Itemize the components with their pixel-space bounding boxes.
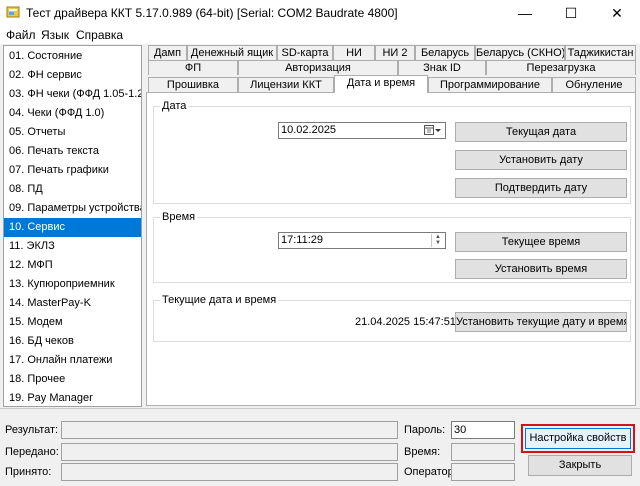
status-area: Результат: Передано: Принято: Пароль: 30… [0, 408, 640, 486]
time-field [451, 443, 515, 461]
confirm-date-button[interactable]: Подтвердить дату [455, 178, 627, 198]
menu-help[interactable]: Справка [73, 26, 126, 44]
tab-dump[interactable]: Дамп [148, 45, 187, 60]
time-spinner[interactable]: ▲ ▼ [431, 234, 444, 247]
sidebar-item[interactable]: 06. Печать текста [4, 142, 141, 161]
spin-down-icon[interactable]: ▼ [432, 240, 444, 246]
time-group-label: Время [160, 211, 198, 224]
sidebar-item[interactable]: 09. Параметры устройства [4, 199, 141, 218]
window-title: Тест драйвера ККТ 5.17.0.989 (64-bit) [S… [26, 6, 398, 20]
tab-panel-date-time: Дата 10.02.2025 Текущая дата Установить … [146, 92, 636, 406]
tab-reset[interactable]: Обнуление [552, 77, 636, 92]
minimize-button[interactable]: — [502, 0, 548, 26]
password-label: Пароль: [404, 424, 446, 436]
date-group: Дата 10.02.2025 Текущая дата Установить … [153, 100, 631, 204]
sidebar-item[interactable]: 17. Онлайн платежи [4, 351, 141, 370]
tab-belarus-skno[interactable]: Беларусь (СКНО) [475, 45, 565, 60]
tab-fp[interactable]: ФП [148, 60, 238, 75]
sent-label: Передано: [5, 446, 59, 458]
sent-field [61, 443, 398, 461]
result-label: Результат: [5, 424, 59, 436]
set-date-button[interactable]: Установить дату [455, 150, 627, 170]
sidebar-item[interactable]: 11. ЭКЛЗ [4, 237, 141, 256]
date-group-label: Дата [160, 100, 189, 113]
sidebar-item[interactable]: 16. БД чеков [4, 332, 141, 351]
tab-reboot[interactable]: Перезагрузка [486, 60, 636, 75]
sidebar-item[interactable]: 13. Купюроприемник [4, 275, 141, 294]
sidebar-item[interactable]: 03. ФН чеки (ФФД 1.05-1.2) [4, 85, 141, 104]
sidebar-item[interactable]: 10. Сервис [4, 218, 141, 237]
time-group: Время 17:11:29 ▲ ▼ Текущее время Установ… [153, 211, 631, 283]
current-datetime-value: 21.04.2025 15:47:51 [355, 316, 456, 328]
tab-cash-drawer[interactable]: Денежный ящик [187, 45, 277, 60]
close-window-button[interactable]: ✕ [594, 0, 640, 26]
received-field [61, 463, 398, 481]
operator-label: Оператор: [404, 466, 457, 478]
tab-licenses[interactable]: Лицензии ККТ [238, 77, 334, 92]
sidebar-item[interactable]: 05. Отчеты [4, 123, 141, 142]
set-current-datetime-button[interactable]: Установить текущие дату и время [455, 312, 627, 332]
time-label: Время: [404, 446, 441, 458]
set-time-button[interactable]: Установить время [455, 259, 627, 279]
calendar-dropdown-icon[interactable] [424, 125, 442, 136]
tab-date-time[interactable]: Дата и время [334, 75, 428, 93]
tab-authorization[interactable]: Авторизация [238, 60, 398, 75]
time-value: 17:11:29 [281, 234, 324, 246]
sidebar-item[interactable]: 08. ПД [4, 180, 141, 199]
title-bar: Тест драйвера ККТ 5.17.0.989 (64-bit) [S… [0, 0, 640, 26]
tab-ni[interactable]: НИ [333, 45, 375, 60]
current-time-button[interactable]: Текущее время [455, 232, 627, 252]
sidebar-item[interactable]: 19. Pay Manager [4, 389, 141, 406]
tab-programming[interactable]: Программирование [428, 77, 552, 92]
close-button[interactable]: Закрыть [528, 455, 632, 476]
date-picker[interactable]: 10.02.2025 [278, 122, 446, 139]
sidebar-item[interactable]: 04. Чеки (ФФД 1.0) [4, 104, 141, 123]
tab-firmware[interactable]: Прошивка [148, 77, 238, 92]
current-date-button[interactable]: Текущая дата [455, 122, 627, 142]
sidebar-item[interactable]: 15. Модем [4, 313, 141, 332]
current-datetime-group-label: Текущие дата и время [160, 294, 279, 307]
password-input[interactable]: 30 [451, 421, 515, 439]
sidebar-item[interactable]: 14. MasterPay-K [4, 294, 141, 313]
time-picker[interactable]: 17:11:29 ▲ ▼ [278, 232, 446, 249]
sidebar-item[interactable]: 07. Печать графики [4, 161, 141, 180]
tab-tajikistan[interactable]: Таджикистан [565, 45, 636, 60]
result-field [61, 421, 398, 439]
current-datetime-group: Текущие дата и время 21.04.2025 15:47:51… [153, 294, 631, 342]
settings-button[interactable]: Настройка свойств [525, 428, 631, 449]
tab-belarus[interactable]: Беларусь [415, 45, 475, 60]
menu-bar: Файл Язык Справка [0, 26, 640, 44]
tab-sign-id[interactable]: Знак ID [398, 60, 486, 75]
menu-language[interactable]: Язык [38, 26, 72, 44]
tab-ni2[interactable]: НИ 2 [375, 45, 415, 60]
operator-field [451, 463, 515, 481]
tab-sd-card[interactable]: SD-карта [277, 45, 333, 60]
sidebar-list[interactable]: 01. Состояние 02. ФН сервис 03. ФН чеки (Ф… [3, 45, 142, 407]
app-icon [6, 6, 20, 18]
maximize-button[interactable]: ☐ [548, 0, 594, 26]
date-value: 10.02.2025 [281, 124, 337, 136]
sidebar-item[interactable]: 01. Состояние [4, 47, 141, 66]
received-label: Принято: [5, 466, 52, 478]
sidebar-item[interactable]: 02. ФН сервис [4, 66, 141, 85]
sidebar-item[interactable]: 12. МФП [4, 256, 141, 275]
sidebar-item[interactable]: 18. Прочее [4, 370, 141, 389]
menu-file[interactable]: Файл [3, 26, 39, 44]
